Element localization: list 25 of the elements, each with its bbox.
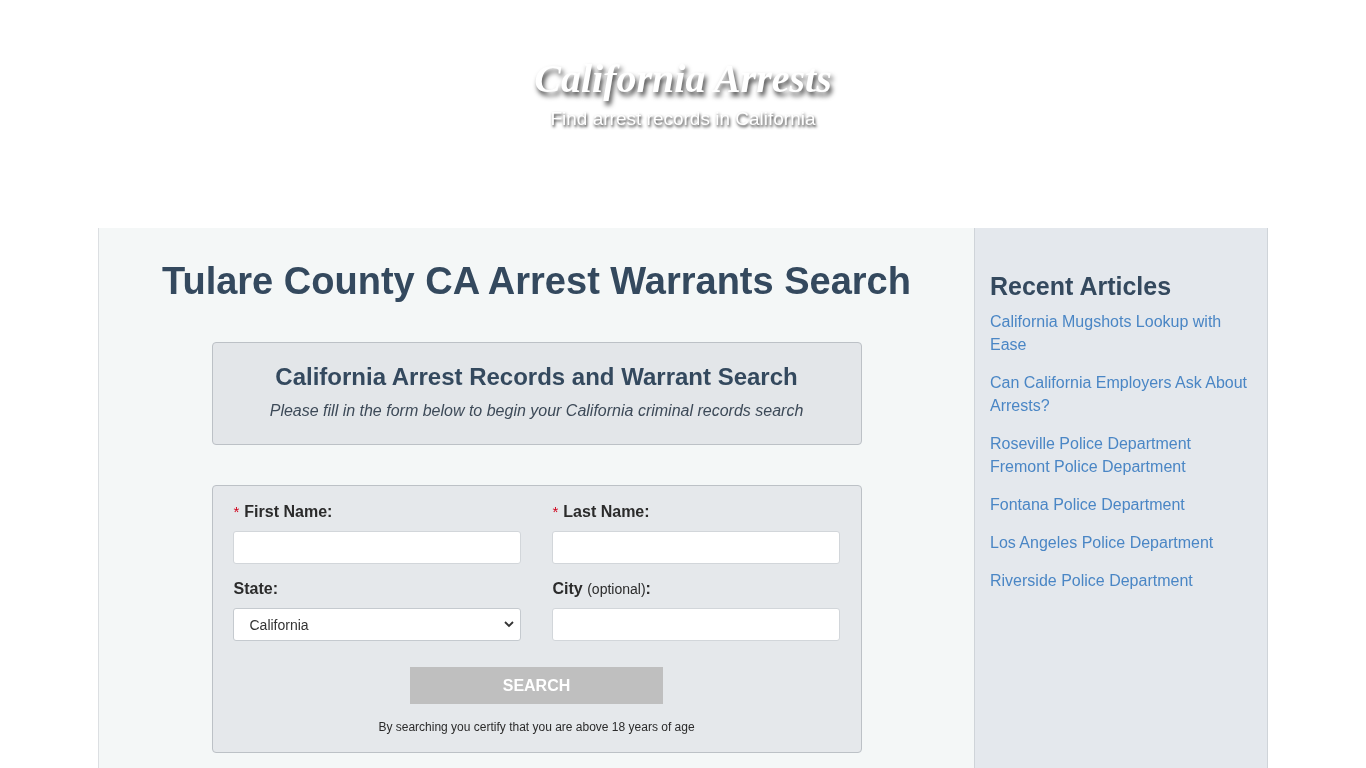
article-link[interactable]: Riverside Police Department [990,569,1252,592]
field-label: First Name: [244,502,333,522]
article-link[interactable]: Roseville Police Department [990,432,1252,455]
intro-title: California Arrest Records and Warrant Search [275,362,798,392]
article-link[interactable]: Fontana Police Department [990,493,1252,516]
page-heading: Tulare County CA Arrest Warrants Search [162,259,911,304]
field-label: Last Name: [563,502,650,522]
sidebar-title: Recent Articles [990,271,1173,302]
age-disclaimer: By searching you certify that you are above 18 years of age [378,719,695,735]
required-asterisk: * [233,502,240,522]
state-select[interactable]: California [232,608,521,641]
required-asterisk: * [552,502,559,522]
article-link[interactable]: California Mugshots Lookup with Ease [990,310,1252,356]
input-field[interactable] [232,531,521,564]
input-field[interactable] [551,531,840,564]
intro-subtitle: Please fill in the form below to begin your California criminal records search [269,401,804,421]
input-field[interactable] [551,608,840,641]
article-link[interactable]: Los Angeles Police Department [990,531,1252,554]
chevron-down-icon [503,621,514,628]
search-button[interactable]: SEARCH [410,667,663,704]
field-label: City (optional): [552,579,651,599]
article-link[interactable]: Fremont Police Department [990,455,1252,478]
field-label: State: [233,579,278,599]
article-link[interactable]: Can California Employers Ask About Arrests? [990,371,1252,417]
site-tagline: Find arrest records in California [550,107,816,131]
